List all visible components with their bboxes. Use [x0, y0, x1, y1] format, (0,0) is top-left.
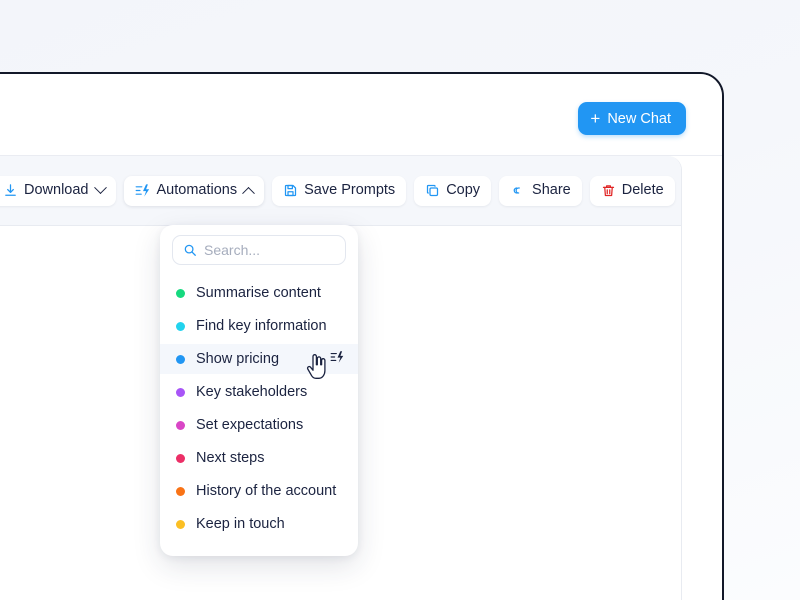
status-dot [176, 486, 185, 496]
save-icon [283, 183, 298, 198]
menu-item-history-of-the-account[interactable]: History of the account [160, 476, 358, 506]
automations-label: Automations [156, 182, 238, 199]
menu-item-next-steps[interactable]: Next steps [160, 443, 358, 473]
share-link-icon [510, 183, 526, 198]
new-chat-button[interactable]: + New Chat [578, 102, 686, 135]
menu-item-label: Show pricing [196, 351, 280, 367]
menu-item-label: Summarise content [196, 285, 321, 301]
delete-button[interactable]: Delete [589, 175, 675, 206]
download-icon [3, 183, 18, 198]
download-button[interactable]: Download [0, 175, 116, 206]
search-icon [183, 243, 197, 257]
copy-label: Copy [446, 182, 481, 199]
search-box[interactable] [172, 235, 346, 265]
menu-item-label: Set expectations [196, 417, 304, 433]
status-dot [176, 354, 185, 364]
automations-dropdown: Summarise content Find key information S… [160, 225, 358, 556]
status-dot [176, 321, 185, 331]
plus-icon: + [590, 108, 601, 128]
status-dot [176, 420, 185, 430]
menu-item-label: Find key information [196, 318, 327, 334]
menu-item-summarise-content[interactable]: Summarise content [160, 278, 358, 308]
action-toolbar: Download Automations Save Prompts Copy S… [0, 156, 681, 226]
menu-item-set-expectations[interactable]: Set expectations [160, 410, 358, 440]
menu-item-label: Keep in touch [196, 516, 285, 532]
status-dot [176, 453, 185, 463]
app-header: + New Chat [0, 74, 722, 156]
chevron-up-icon [242, 186, 255, 200]
app-window-card: + New Chat Download Automations Save Pro… [0, 72, 724, 600]
menu-item-label: History of the account [196, 483, 337, 499]
copy-button[interactable]: Copy [414, 175, 492, 206]
menu-item-key-stakeholders[interactable]: Key stakeholders [160, 377, 358, 407]
save-prompts-label: Save Prompts [304, 182, 396, 199]
search-input[interactable] [204, 242, 335, 258]
new-chat-label: New Chat [607, 110, 671, 127]
menu-item-keep-in-touch[interactable]: Keep in touch [160, 509, 358, 539]
delete-label: Delete [621, 182, 664, 199]
status-dot [176, 288, 185, 298]
status-dot [176, 519, 185, 529]
chevron-down-icon [93, 181, 107, 195]
menu-item-label: Key stakeholders [196, 384, 308, 400]
share-label: Share [532, 182, 571, 199]
automations-icon [135, 183, 151, 198]
dropdown-search-wrap [160, 235, 358, 271]
automations-menu-list: Summarise content Find key information S… [160, 271, 358, 539]
automations-icon[interactable] [330, 350, 345, 368]
save-prompts-button[interactable]: Save Prompts [272, 175, 407, 206]
copy-icon [425, 183, 440, 198]
menu-item-show-pricing[interactable]: Show pricing [160, 344, 358, 374]
automations-button[interactable]: Automations [123, 175, 265, 206]
menu-item-find-key-information[interactable]: Find key information [160, 311, 358, 341]
menu-item-label: Next steps [196, 450, 265, 466]
status-dot [176, 387, 185, 397]
share-button[interactable]: Share [499, 175, 582, 206]
trash-icon [601, 183, 616, 198]
download-label: Download [24, 182, 89, 199]
